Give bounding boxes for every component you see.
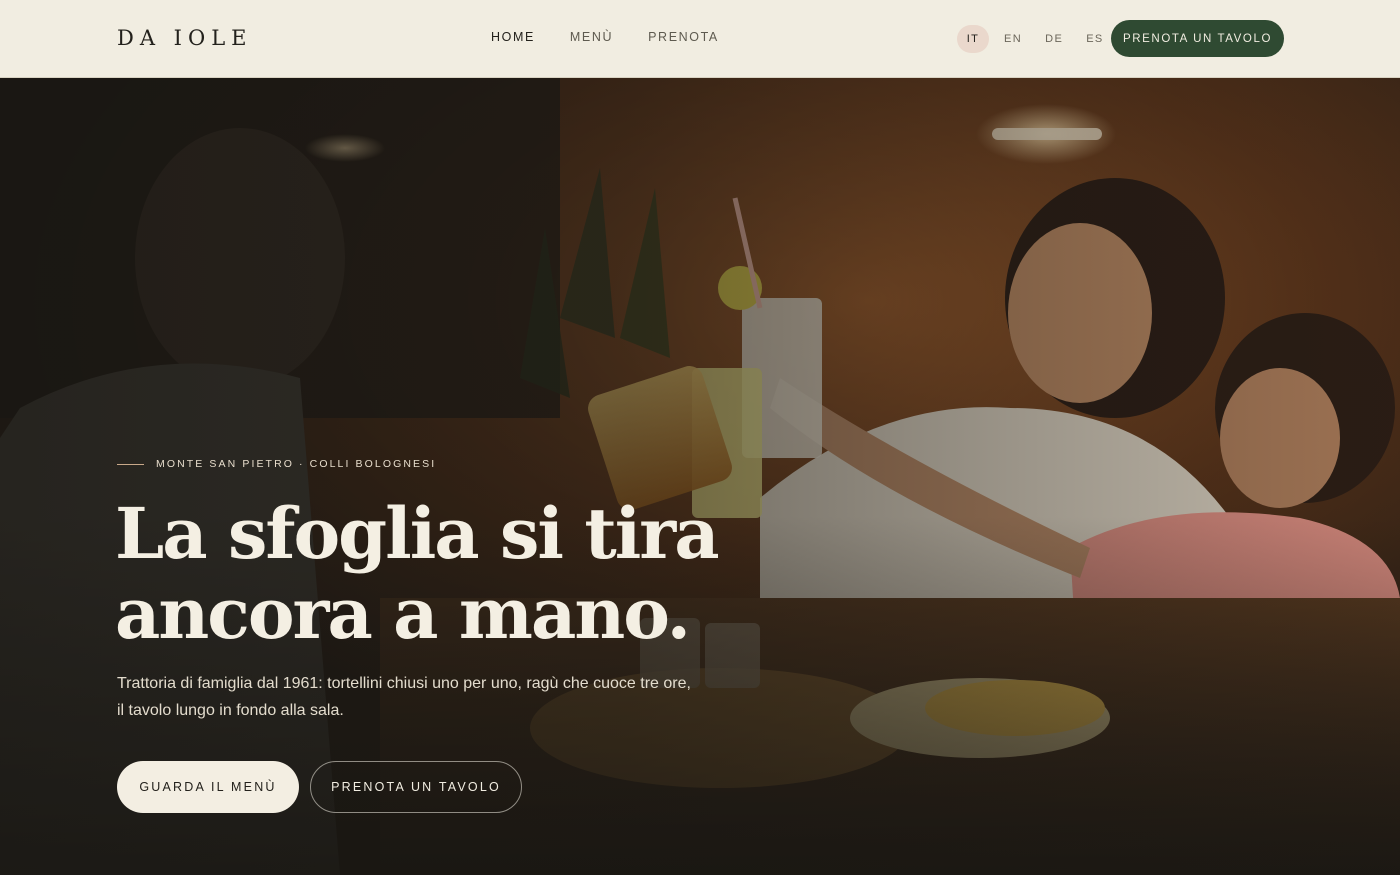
lead-line-1: Trattoria di famiglia dal 1961: tortelli…: [117, 675, 691, 692]
view-menu-button[interactable]: GUARDA IL MENÙ: [117, 761, 299, 813]
lang-de[interactable]: DE: [1037, 25, 1071, 53]
nav-prenota[interactable]: PRENOTA: [648, 30, 719, 44]
headline-line-2: ancora a mano.: [115, 572, 691, 655]
main-nav: HOME MENÙ PRENOTA: [491, 30, 754, 44]
headline-line-1: La sfoglia si tira: [115, 492, 720, 575]
site-header: DA IOLE HOME MENÙ PRENOTA IT EN DE ES PR…: [0, 0, 1400, 78]
nav-menu[interactable]: MENÙ: [570, 30, 613, 44]
hero-headline: La sfoglia si tira ancora a mano.: [115, 494, 815, 654]
hero-section: MONTE SAN PIETRO · COLLI BOLOGNESI La sf…: [0, 78, 1400, 875]
lead-line-2: il tavolo lungo in fondo alla sala.: [117, 702, 344, 719]
eyebrow-divider: [117, 463, 144, 465]
site-logo[interactable]: DA IOLE: [117, 26, 252, 50]
book-table-header-button[interactable]: PRENOTA UN TAVOLO: [1111, 20, 1284, 57]
lang-en[interactable]: EN: [996, 25, 1030, 53]
nav-home[interactable]: HOME: [491, 30, 535, 44]
hero-lead: Trattoria di famiglia dal 1961: tortelli…: [117, 670, 697, 724]
language-switcher: IT EN DE ES: [957, 25, 1119, 53]
hero-overlay: [0, 78, 1400, 875]
book-table-hero-button[interactable]: PRENOTA UN TAVOLO: [310, 761, 522, 813]
hero-eyebrow: MONTE SAN PIETRO · COLLI BOLOGNESI: [117, 458, 436, 470]
hero-location: MONTE SAN PIETRO · COLLI BOLOGNESI: [156, 458, 437, 470]
lang-es[interactable]: ES: [1078, 25, 1111, 53]
lang-it[interactable]: IT: [957, 25, 989, 53]
